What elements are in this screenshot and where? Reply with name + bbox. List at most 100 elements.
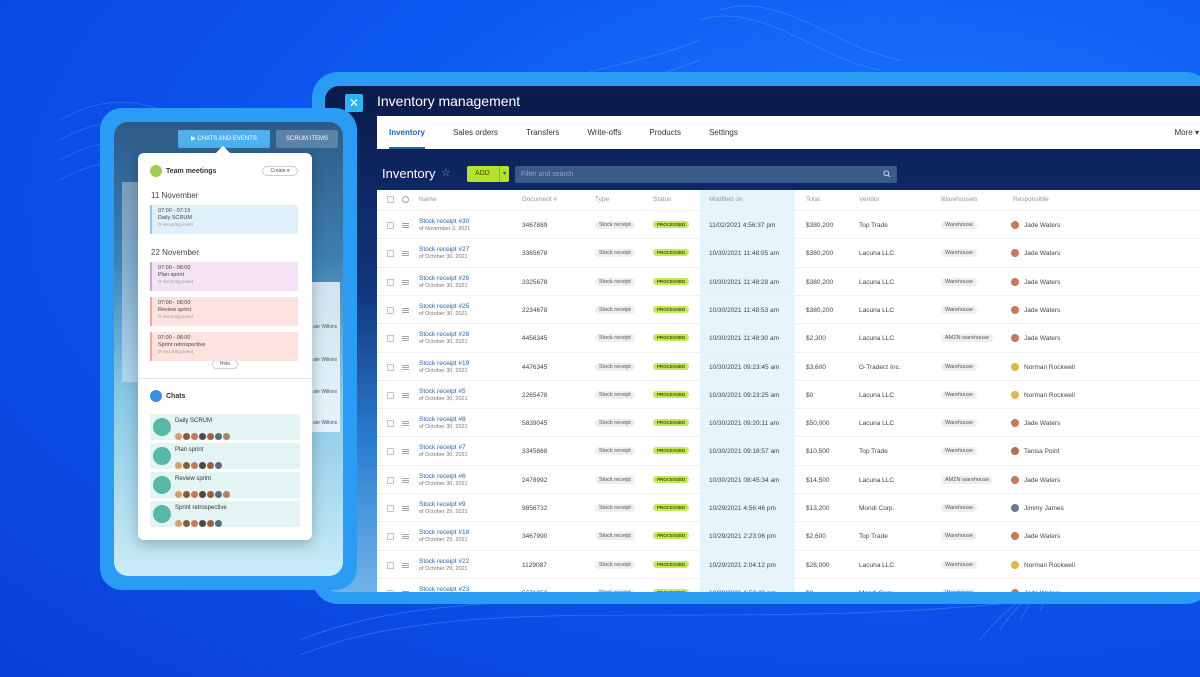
row-responsible[interactable]: Norman Rockwell [1024,562,1075,569]
row-name-link[interactable]: Stock receipt #8 [419,416,466,423]
column-header[interactable]: Document # [522,196,557,203]
add-button[interactable]: ADD ▾ [467,166,509,182]
tab-scrum-items[interactable]: SCRUM ITEMS [276,130,338,148]
close-button[interactable]: ✕ [345,94,363,112]
row-checkbox[interactable] [387,306,394,314]
search-icon[interactable] [883,170,891,178]
event-card[interactable]: 07:00 - 08:00 Sprint retrospective ⟳ recur… [150,332,298,361]
tab-sales-orders[interactable]: Sales orders [453,116,498,149]
chat-item[interactable]: Sprint retrospective [150,501,300,527]
row-checkbox[interactable] [387,420,394,428]
table-row[interactable]: Stock receipt #5 of October 30, 2021 22654… [377,379,1200,408]
row-menu-icon[interactable] [402,421,409,427]
row-checkbox[interactable] [387,561,394,569]
row-name-link[interactable]: Stock receipt #26 [419,275,469,282]
table-row[interactable]: Stock receipt #26 of October 30, 2021 3325… [377,266,1200,295]
row-name-link[interactable]: Stock receipt #23 [419,586,469,592]
table-row[interactable]: Stock receipt #30 of November 2, 2021 3467… [377,210,1200,238]
chat-item[interactable]: Review sprint [150,472,300,498]
more-menu[interactable]: More ▾ [1175,116,1199,149]
row-checkbox[interactable] [387,250,394,258]
row-checkbox[interactable] [387,533,394,541]
event-card[interactable]: 07:00 - 07:15 Daily SCRUM ⟳ recurring even… [150,205,298,234]
chevron-down-icon[interactable]: ▾ [499,166,509,182]
row-checkbox[interactable] [387,505,394,512]
row-name-link[interactable]: Stock receipt #6 [419,473,466,480]
row-checkbox[interactable] [387,448,394,456]
row-menu-icon[interactable] [402,562,409,568]
search-input[interactable]: Filter and search [515,166,897,183]
tab-chats-and-events[interactable]: ▶ CHATS AND EVENTS [178,130,270,148]
row-name-link[interactable]: Stock receipt #27 [419,246,469,253]
row-menu-icon[interactable] [402,392,409,398]
table-row[interactable]: Stock receipt #8 of October 30, 2021 58390… [377,408,1200,436]
row-responsible[interactable]: Jade Waters [1024,250,1060,257]
row-name-link[interactable]: Stock receipt #9 [419,501,466,508]
row-menu-icon[interactable] [402,251,409,257]
column-header[interactable]: Vendor [859,196,880,203]
row-responsible[interactable]: Jade Waters [1024,307,1060,314]
tab-write-offs[interactable]: Write-offs [587,116,621,149]
row-checkbox[interactable] [387,278,394,286]
row-responsible[interactable]: Jade Waters [1024,335,1060,342]
row-responsible[interactable]: Jimmy James [1024,505,1064,512]
row-menu-icon[interactable] [402,477,409,483]
row-name-link[interactable]: Stock receipt #7 [419,444,466,451]
row-name-link[interactable]: Stock receipt #30 [419,218,469,225]
event-card[interactable]: 07:00 - 08:00 Review sprint ⟳ recurring ev… [150,297,298,326]
row-responsible[interactable]: Jade Waters [1024,420,1060,427]
tab-products[interactable]: Products [649,116,681,149]
row-menu-icon[interactable] [402,223,409,228]
row-responsible[interactable]: Jade Waters [1024,279,1060,286]
row-checkbox[interactable] [387,335,394,343]
column-header[interactable]: Name [419,196,436,203]
tab-inventory[interactable]: Inventory [389,116,426,149]
hide-button[interactable]: Hide [212,360,238,369]
row-name-link[interactable]: Stock receipt #25 [419,303,469,310]
row-menu-icon[interactable] [402,449,409,455]
row-checkbox[interactable] [387,476,394,484]
gear-icon[interactable] [402,196,409,203]
table-row[interactable]: Stock receipt #23of October 29, 20215671… [377,577,1200,592]
create-button[interactable]: Create ▾ [262,166,298,176]
column-header[interactable]: Warehouses [941,196,977,203]
column-header[interactable]: Responsible [1013,196,1049,203]
row-responsible[interactable]: Jade Waters [1024,222,1060,229]
tab-settings[interactable]: Settings [709,116,738,149]
row-menu-icon[interactable] [402,590,409,592]
row-responsible[interactable]: Jade Waters [1024,533,1060,540]
column-header[interactable]: Total [806,196,820,203]
chat-item[interactable]: Daily SCRUM [150,414,300,440]
row-checkbox[interactable] [387,363,394,371]
row-menu-icon[interactable] [402,534,409,540]
table-row[interactable]: Stock receipt #9 of October 29, 2021 98567… [377,493,1200,521]
row-menu-icon[interactable] [402,279,409,285]
table-row[interactable]: Stock receipt #19 of October 30, 2021 4476… [377,351,1200,380]
row-menu-icon[interactable] [402,364,409,370]
column-header[interactable]: Modified on [709,196,743,203]
row-name-link[interactable]: Stock receipt #19 [419,360,469,367]
tab-transfers[interactable]: Transfers [526,116,560,149]
row-menu-icon[interactable] [402,307,409,313]
table-row[interactable]: Stock receipt #22 of October 29, 2021 1129… [377,549,1200,578]
row-responsible[interactable]: Tanisa Point [1024,448,1059,455]
column-header[interactable]: Status [653,196,671,203]
table-row[interactable]: Stock receipt #27 of October 30, 2021 3365… [377,238,1200,266]
column-header[interactable]: Type [595,196,609,203]
table-row[interactable]: Stock receipt #25 of October 30, 2021 2234… [377,294,1200,323]
table-row[interactable]: Stock receipt #7 of October 30, 2021 33456… [377,436,1200,464]
row-checkbox[interactable] [387,222,394,229]
row-checkbox[interactable] [387,391,394,399]
table-row[interactable]: Stock receipt #18 of October 29, 2021 3467… [377,521,1200,549]
row-menu-icon[interactable] [402,506,409,511]
table-row[interactable]: Stock receipt #28 of October 30, 2021 4456… [377,323,1200,351]
row-responsible[interactable]: Norman Rockwell [1024,392,1075,399]
row-responsible[interactable]: Norman Rockwell [1024,364,1075,371]
table-row[interactable]: Stock receipt #6 of October 30, 2021 24789… [377,464,1200,493]
row-name-link[interactable]: Stock receipt #18 [419,529,469,536]
row-name-link[interactable]: Stock receipt #22 [419,558,469,565]
star-icon[interactable]: ☆ [441,166,451,179]
row-responsible[interactable]: Jade Waters [1024,477,1060,484]
select-all-checkbox[interactable] [387,196,394,203]
row-responsible[interactable]: Jade Waters [1024,590,1060,592]
